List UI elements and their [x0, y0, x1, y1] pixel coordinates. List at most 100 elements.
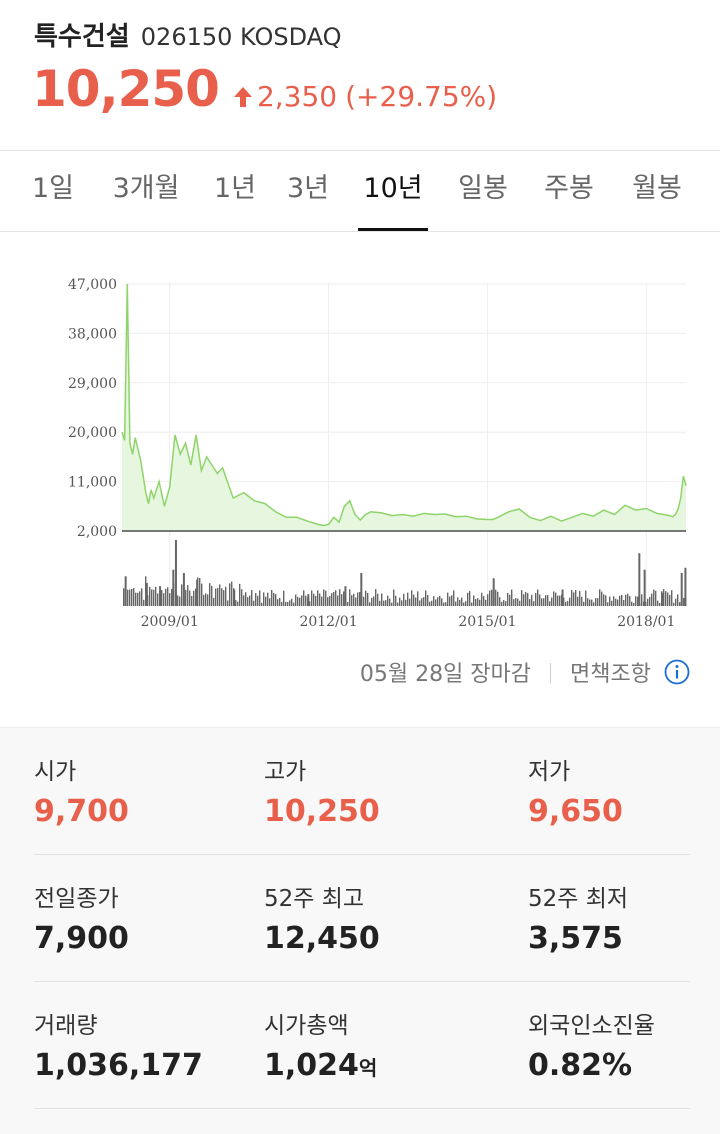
y-tick-label: 29,000	[68, 376, 117, 392]
x-tick-label: 2015/01	[458, 614, 516, 630]
volume-bar	[599, 589, 601, 606]
volume-bar	[475, 599, 477, 606]
volume-bar	[391, 602, 393, 606]
volume-bar	[367, 592, 369, 606]
price-chart[interactable]: 47,000 38,000 29,000 20,000 11,000 2,000 2009/…	[0, 232, 720, 642]
volume-bar	[251, 590, 253, 606]
volume-bar	[151, 589, 153, 606]
volume-bar	[339, 589, 341, 606]
volume-bar	[325, 590, 327, 606]
stock-code: 026150 KOSDAQ	[140, 23, 342, 51]
volume-bar	[533, 601, 535, 606]
tab-3-months[interactable]: 3개월	[100, 151, 192, 231]
stats-row-price: 시가 9,700 고가 10,250 저가 9,650	[0, 728, 720, 855]
volume-bar	[611, 600, 613, 606]
volume-bar	[289, 600, 291, 606]
volume-bar	[127, 589, 129, 606]
volume-bar	[579, 590, 581, 606]
volume-bar	[491, 589, 493, 606]
volume-bar	[189, 590, 191, 606]
volume-bar	[677, 594, 679, 606]
stat-low: 저가 9,650	[528, 752, 623, 829]
x-tick-label: 2009/01	[141, 614, 199, 630]
volume-bar	[353, 593, 355, 606]
volume-bar	[467, 592, 469, 606]
volume-bar	[344, 586, 347, 606]
stat-high: 고가 10,250	[264, 752, 380, 829]
disclaimer-link[interactable]: 면책조항	[570, 662, 651, 687]
stat-52w-high: 52주 최고 12,450	[264, 879, 380, 956]
volume-bar	[393, 589, 395, 606]
volume-bar	[331, 593, 333, 606]
volume-bar	[431, 600, 433, 606]
volume-bar	[479, 599, 481, 606]
stat-prev-close: 전일종가 7,900	[34, 879, 129, 956]
volume-bar	[409, 598, 411, 606]
stat-value: 9,700	[34, 794, 129, 829]
volume-bar	[295, 594, 297, 606]
stat-value: 1,036,177	[34, 1048, 203, 1083]
volume-bar	[265, 596, 267, 606]
volume-bar	[507, 592, 509, 606]
stat-foreign-ratio: 외국인소진율 0.82%	[528, 1006, 655, 1083]
volume-bar	[417, 591, 419, 606]
volume-bar	[245, 592, 247, 606]
volume-bar	[163, 593, 165, 606]
volume-bar	[249, 595, 251, 606]
volume-bar	[471, 602, 473, 606]
change-amount: 2,350	[256, 80, 338, 113]
tab-1-day[interactable]: 1일	[22, 151, 84, 231]
tab-1-year[interactable]: 1년	[204, 151, 266, 231]
volume-bar	[597, 598, 599, 606]
volume-bar	[261, 602, 263, 606]
volume-bar	[323, 589, 325, 606]
volume-bar	[485, 599, 487, 606]
volume-bar	[257, 595, 259, 606]
volume-bar	[535, 593, 537, 606]
tab-daily-candle[interactable]: 일봉	[446, 151, 520, 231]
volume-bar	[585, 590, 587, 606]
volume-bar	[549, 601, 551, 606]
volume-bar	[651, 593, 653, 606]
volume-bar	[172, 569, 175, 606]
volume-bar	[609, 596, 611, 606]
y-tick-label: 2,000	[77, 524, 117, 540]
volume-bar	[607, 602, 609, 606]
volume-bar	[159, 586, 162, 606]
price-change: 2,350 (+29.75%)	[233, 80, 497, 113]
volume-bar	[439, 595, 441, 606]
volume-bar	[203, 594, 205, 606]
tab-10-years[interactable]: 10년	[356, 151, 430, 231]
price-area	[122, 284, 686, 531]
volume-bar	[275, 594, 277, 606]
volume-bar	[635, 596, 637, 606]
volume-bar	[537, 589, 539, 606]
volume-bar	[139, 591, 141, 606]
volume-bar	[461, 597, 463, 606]
volume-bar	[463, 602, 465, 606]
price-row: 10,250 2,350 (+29.75%)	[32, 60, 497, 118]
volume-bar	[425, 590, 427, 606]
volume-bar	[241, 589, 243, 606]
stat-market-cap: 시가총액 1,024억	[264, 1006, 377, 1083]
market-status: 05월 28일 장마감	[359, 662, 532, 687]
volume-bar	[593, 602, 595, 606]
volume-bar	[487, 594, 489, 606]
volume-bar	[365, 590, 367, 606]
volume-bar	[363, 596, 365, 606]
volume-bar	[341, 594, 343, 606]
stat-value-wrap: 1,024억	[264, 1048, 377, 1083]
volume-bar	[469, 591, 471, 606]
stat-label: 전일종가	[34, 886, 119, 912]
volume-bar	[360, 573, 363, 606]
tab-weekly-candle[interactable]: 주봉	[532, 151, 606, 231]
volume-bar	[131, 588, 133, 606]
volume-bar	[405, 599, 407, 606]
volume-bar	[539, 594, 541, 606]
tab-3-years[interactable]: 3년	[276, 151, 340, 231]
volume-bar	[559, 595, 561, 606]
stat-label: 시가총액	[264, 1013, 349, 1039]
info-icon[interactable]	[664, 659, 690, 685]
volume-bar	[633, 602, 635, 606]
tab-monthly-candle[interactable]: 월봉	[620, 151, 694, 231]
